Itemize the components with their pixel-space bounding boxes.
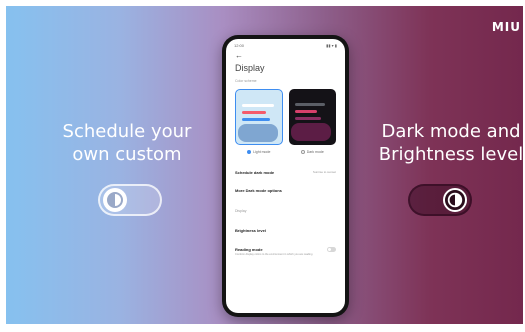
schedule-feature-line-2: own custom xyxy=(72,144,182,165)
display-group-caption: Display xyxy=(235,209,247,213)
schedule-dark-mode-row[interactable]: Schedule dark mode Sunrise to sunset xyxy=(226,163,345,181)
page-title: Display xyxy=(235,63,265,73)
dark-mode-feature-line-1: Dark mode and xyxy=(381,121,521,142)
light-toggle-illustration xyxy=(98,184,162,216)
contrast-icon xyxy=(443,188,467,212)
schedule-dark-mode-label: Schedule dark mode xyxy=(235,169,275,175)
schedule-dark-mode-value: Sunrise to sunset xyxy=(312,170,336,174)
status-time: 12:00 xyxy=(234,43,245,48)
schedule-feature-line-1: Schedule your xyxy=(62,121,192,142)
dark-mode-option[interactable]: Dark mode xyxy=(288,89,336,155)
schedule-feature-text: Schedule your own custom xyxy=(58,120,196,166)
dark-mode-label: Dark mode xyxy=(300,149,324,155)
radio-selected-icon[interactable] xyxy=(247,150,252,154)
light-mode-option[interactable]: Light mode xyxy=(235,89,283,155)
more-dark-mode-options-label: More Dark mode options xyxy=(235,187,282,193)
contrast-icon xyxy=(103,188,127,212)
brand-logo: MIU xyxy=(491,20,521,34)
brightness-level-row[interactable]: Brightness level xyxy=(226,219,345,241)
reading-mode-label: Reading mode xyxy=(235,247,263,253)
dark-toggle-illustration xyxy=(408,184,472,216)
promo-banner: MIU Schedule your own custom Dark mode a… xyxy=(6,6,523,324)
phone-screen: 12:00 ▮▮ ▾ ▮ ← Display Color scheme Ligh… xyxy=(226,39,345,313)
status-bar: 12:00 ▮▮ ▾ ▮ xyxy=(226,39,345,49)
brightness-level-label: Brightness level xyxy=(235,227,266,233)
light-mode-preview[interactable] xyxy=(235,89,283,145)
dark-mode-feature-line-2: Brightness level xyxy=(378,144,523,165)
status-icons: ▮▮ ▾ ▮ xyxy=(326,43,337,48)
more-dark-mode-options-row[interactable]: More Dark mode options xyxy=(226,181,345,199)
reading-mode-row[interactable]: Reading mode Conform display colors to t… xyxy=(226,241,345,263)
reading-mode-description: Conform display colors to the environmen… xyxy=(235,253,313,257)
theme-previews: Light mode Dark mode xyxy=(226,85,345,155)
radio-unselected-icon[interactable] xyxy=(300,150,305,154)
phone-mockup: 12:00 ▮▮ ▾ ▮ ← Display Color scheme Ligh… xyxy=(222,35,349,317)
back-arrow-icon[interactable]: ← xyxy=(226,49,345,63)
color-scheme-caption: Color scheme xyxy=(235,79,257,83)
reading-mode-toggle[interactable] xyxy=(327,247,336,253)
dark-mode-feature-text: Dark mode and Brightness level xyxy=(376,120,523,166)
dark-mode-preview[interactable] xyxy=(288,89,336,145)
light-mode-label: Light mode xyxy=(247,149,270,155)
